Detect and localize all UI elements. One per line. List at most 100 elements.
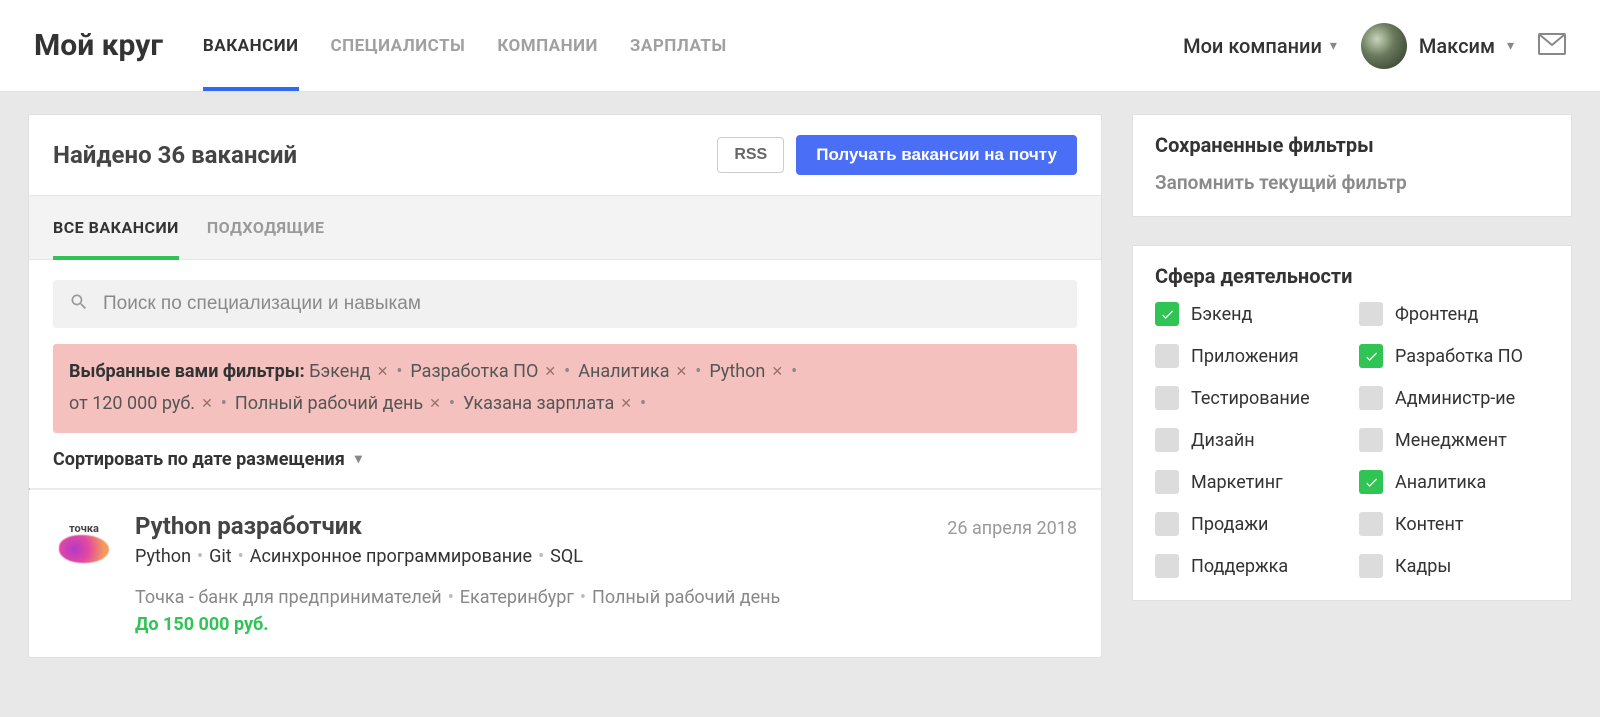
activity-title: Сфера деятельности [1155,264,1549,288]
search-icon [69,292,89,316]
activity-checkbox-item[interactable]: Аналитика [1359,470,1549,494]
activity-label: Администр-ие [1395,388,1515,409]
job-meta-item: Полный рабочий день [592,587,780,608]
checkbox[interactable] [1359,386,1383,410]
job-title[interactable]: Python разработчик [135,512,362,540]
avatar [1361,23,1407,69]
user-menu[interactable]: Максим ▾ [1361,23,1514,69]
job-body: Python разработчик 26 апреля 2018 Python… [135,512,1077,635]
nav-item-компании[interactable]: КОМПАНИИ [497,0,598,91]
topbar: Мой круг ВАКАНСИИ СПЕЦИАЛИСТЫ КОМПАНИИ ЗАРП… [0,0,1600,92]
logo[interactable]: Мой круг [34,28,163,63]
activity-checkbox-item[interactable]: Продажи [1155,512,1345,536]
dot-separator: • [197,546,203,567]
job-item[interactable]: точка Python разработчик 26 апреля 2018 … [29,490,1101,657]
activity-label: Поддержка [1191,556,1288,577]
remove-filter-icon[interactable]: ✕ [620,392,632,417]
filter-chip: Указана зарплата✕ [463,388,632,420]
chevron-down-icon: ▾ [1507,38,1514,54]
main-nav: ВАКАНСИИ СПЕЦИАЛИСТЫ КОМПАНИИ ЗАРПЛАТЫ [203,0,727,91]
checkbox[interactable] [1359,428,1383,452]
activity-checkbox-item[interactable]: Маркетинг [1155,470,1345,494]
nav-item-специалисты[interactable]: СПЕЦИАЛИСТЫ [331,0,466,91]
logo-graphic [59,535,109,563]
saved-filters-title: Сохраненные фильтры [1155,133,1549,157]
activity-checkbox-item[interactable]: Менеджмент [1359,428,1549,452]
activity-label: Дизайн [1191,430,1255,451]
remove-filter-icon[interactable]: ✕ [429,392,441,417]
checkbox[interactable] [1359,512,1383,536]
checkbox[interactable] [1155,428,1179,452]
chevron-down-icon: ▾ [1330,38,1337,54]
activity-checkbox-item[interactable]: Фронтенд [1359,302,1549,326]
search-wrap [29,260,1101,344]
nav-item-вакансии[interactable]: ВАКАНСИИ [203,0,299,91]
checkbox[interactable] [1155,386,1179,410]
filter-chip: Разработка ПО✕ [410,356,556,388]
activity-checkbox-item[interactable]: Приложения [1155,344,1345,368]
dot-separator: • [580,587,586,608]
header-right: Мои компании ▾ Максим ▾ [1183,23,1566,69]
activity-label: Разработка ПО [1395,346,1523,367]
activity-checkbox-item[interactable]: Дизайн [1155,428,1345,452]
sort-dropdown[interactable]: Сортировать по дате размещения ▾ [29,449,1101,488]
job-meta-item: Точка - банк для предпринимателей [135,587,442,608]
skill-tag: Python [135,546,191,567]
filter-chip-label: от 120 000 руб. [69,388,195,420]
checkbox[interactable] [1155,344,1179,368]
remove-filter-icon[interactable]: ✕ [676,360,688,385]
search-box[interactable] [53,280,1077,328]
activity-checkbox-item[interactable]: Контент [1359,512,1549,536]
filters-label: Выбранные вами фильтры: [69,361,309,382]
filter-chip: от 120 000 руб.✕ [69,388,213,420]
filter-chip: Python✕ [709,356,783,388]
checkbox[interactable] [1155,470,1179,494]
dot-separator: • [396,361,402,382]
filter-chip-label: Бэкенд [309,356,370,388]
sort-label: Сортировать по дате размещения [53,449,345,470]
checkbox[interactable] [1359,554,1383,578]
activity-checkbox-item[interactable]: Разработка ПО [1359,344,1549,368]
checkbox-checked[interactable] [1359,344,1383,368]
my-companies-dropdown[interactable]: Мои компании ▾ [1183,34,1337,58]
filter-chip-label: Python [709,356,765,388]
job-meta-item: Екатеринбург [460,587,574,608]
activity-filter-card: Сфера деятельности Бэкенд Фронтенд Приложе… [1132,245,1572,601]
remove-filter-icon[interactable]: ✕ [377,360,389,385]
dot-separator: • [791,361,797,382]
remove-filter-icon[interactable]: ✕ [544,360,556,385]
company-logo-text: точка [69,522,99,535]
company-logo: точка [53,512,115,574]
saved-filters-card: Сохраненные фильтры Запомнить текущий фи… [1132,114,1572,217]
subscribe-button[interactable]: Получать вакансии на почту [796,135,1077,175]
remove-filter-icon[interactable]: ✕ [771,360,783,385]
checkbox[interactable] [1155,512,1179,536]
mail-icon[interactable] [1538,33,1566,59]
dot-separator: • [564,361,570,382]
activity-checkbox-item[interactable]: Тестирование [1155,386,1345,410]
skill-tag: Git [209,546,232,567]
checkbox[interactable] [1155,554,1179,578]
activity-checkbox-item[interactable]: Бэкенд [1155,302,1345,326]
dot-separator: • [221,393,227,414]
checkbox[interactable] [1359,302,1383,326]
checkbox-checked[interactable] [1359,470,1383,494]
chevron-down-icon: ▾ [355,451,362,467]
activity-label: Тестирование [1191,388,1310,409]
search-input[interactable] [103,293,1061,315]
dot-separator: • [640,393,646,414]
activity-checkbox-item[interactable]: Поддержка [1155,554,1345,578]
checkbox-checked[interactable] [1155,302,1179,326]
dot-separator: • [449,393,455,414]
remove-filter-icon[interactable]: ✕ [201,392,213,417]
tab-1[interactable]: ПОДХОДЯЩИЕ [207,196,325,259]
username: Максим [1419,34,1495,58]
remember-filter-link[interactable]: Запомнить текущий фильтр [1155,171,1549,194]
activity-checkbox-item[interactable]: Администр-ие [1359,386,1549,410]
rss-button[interactable]: RSS [717,137,784,173]
nav-item-зарплаты[interactable]: ЗАРПЛАТЫ [630,0,727,91]
filter-chip: Бэкенд ✕ [309,356,388,388]
activity-checkbox-item[interactable]: Кадры [1359,554,1549,578]
skill-tag: Асинхронное программирование [250,546,532,567]
tab-0[interactable]: ВСЕ ВАКАНСИИ [53,196,179,259]
